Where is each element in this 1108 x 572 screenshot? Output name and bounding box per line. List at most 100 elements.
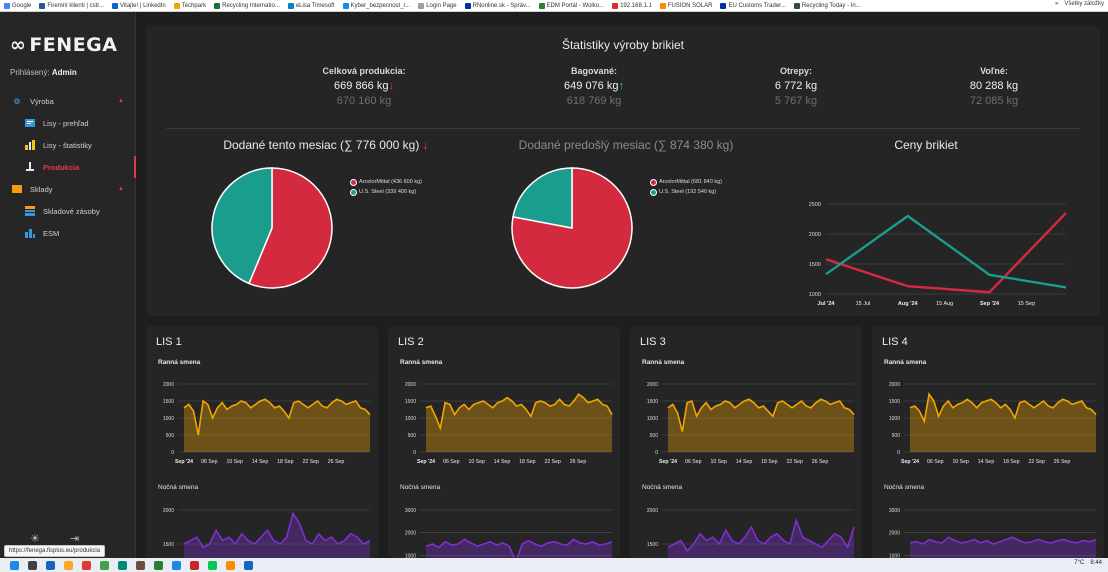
logout-icon[interactable]: ⇥ (70, 532, 79, 545)
sidebar-item-label: Lisy - štatistiky (43, 140, 92, 150)
taskbar-app-icon[interactable] (82, 560, 91, 570)
taskbar-app-icon[interactable] (244, 560, 253, 570)
taskbar-app-icon[interactable] (10, 560, 19, 570)
x-tick-label: 10 Sep (226, 459, 243, 465)
taskbar: 7°C 8:44 (0, 558, 1108, 572)
sidebar-item-esm[interactable]: ESM (0, 222, 136, 244)
status-url: https://fenega.fisplus.eu/produkcia (4, 545, 106, 557)
divider (166, 128, 1080, 129)
y-tick-label: 1000 (647, 416, 658, 422)
legend-swatch (350, 178, 357, 186)
y-tick-label: 1500 (647, 542, 658, 548)
taskbar-app-icon[interactable] (136, 560, 145, 570)
stat-previous: 670 160 kg (336, 95, 392, 107)
x-tick-label: 26 Sep (570, 459, 587, 465)
theme-icon[interactable]: ☀ (30, 532, 40, 545)
y-tick-label: 1000 (889, 416, 900, 422)
bookmark-label: EDM Portál - Wolko... (546, 2, 605, 9)
taskbar-app-icon[interactable] (64, 560, 73, 570)
sidebar-item-produkcia[interactable]: Produkcia (0, 156, 136, 178)
y-tick-label: 2500 (809, 202, 821, 208)
logo[interactable]: ∞ FENEGA (10, 34, 117, 56)
bookmark-label: Recycling Today - In... (801, 2, 861, 9)
bookmark-favicon-icon (464, 2, 471, 9)
x-tick-label: 15 Aug (936, 301, 953, 307)
bookmark-favicon-icon (173, 2, 180, 9)
y-tick-label: 0 (171, 450, 174, 456)
legend-item[interactable]: U.S. Steel (339 400 kg) (350, 187, 422, 197)
user-name: Admin (51, 68, 77, 77)
bookmarks-overflow: » Všetky záložky (1054, 1, 1104, 7)
stat-current: 6 772 kg (774, 80, 818, 92)
y-tick-label: 1500 (405, 399, 416, 405)
taskbar-app-icon[interactable] (118, 560, 127, 570)
stat-current-value: 649 076 kg (564, 80, 619, 92)
bookmark-label: eLisa Timesoft (295, 2, 335, 9)
y-tick-label: 1500 (889, 399, 900, 405)
y-tick-label: 0 (897, 450, 900, 456)
x-tick-label: 10 Sep (468, 459, 485, 465)
stat-label: Bagované: (570, 66, 617, 76)
bookmark-favicon-icon (720, 2, 727, 9)
stock-icon (25, 206, 35, 216)
area-fill (426, 394, 612, 452)
legend-label: ArcelorMittal (436 600 kg) (359, 179, 422, 185)
bookmark-item[interactable]: EDM Portál - Wolko... (538, 2, 605, 9)
bookmark-item[interactable]: 192.168.1.1 (612, 2, 652, 9)
lis-night-chart: 100020003000 (405, 508, 613, 558)
legend-item[interactable]: ArcelorMittal (681 840 kg) (650, 177, 722, 187)
x-tick-label: 22 Sep (544, 459, 561, 465)
sidebar-item-lisy-statistiky[interactable]: Lisy - štatistiky (0, 134, 136, 156)
stat-otrepy: Otrepy: 6 772 kg 5 767 kg (706, 66, 886, 107)
bookmark-favicon-icon (659, 2, 666, 9)
legend-item[interactable]: U.S. Steel (192 540 kg) (650, 187, 722, 197)
x-tick-label: 10 Sep (952, 459, 969, 465)
bookmark-item[interactable]: Recycling Today - In... (793, 2, 861, 9)
bookmarks-bar: Google Firemní klienti | cstr... Vitajte! … (0, 0, 1108, 12)
bookmark-item[interactable]: Vitajte! | LinkedIn (111, 2, 166, 9)
sidebar-group-sklady[interactable]: Sklady ▲ (0, 178, 136, 200)
bookmark-item[interactable]: EU Customs Trader... (720, 2, 786, 9)
taskbar-app-icon[interactable] (172, 560, 181, 570)
bookmark-favicon-icon (214, 2, 221, 9)
bookmark-label: Recycling Internatio... (222, 2, 280, 9)
bookmark-item[interactable]: eLisa Timesoft (287, 2, 335, 9)
press-stats-icon (25, 140, 35, 150)
bookmark-item[interactable]: Login Page (418, 2, 457, 9)
bookmark-item[interactable]: Firemní klienti | cstr... (39, 2, 104, 9)
x-tick-label: 14 Sep (252, 459, 269, 465)
sidebar: ∞ FENEGA Prihlásený: Admin ⚙ Výroba ▲ Lis… (0, 12, 136, 558)
price-chart-title: Ceny brikiet (894, 138, 958, 152)
bookmarks-more-button[interactable]: » (1055, 1, 1058, 7)
taskbar-app-icon[interactable] (100, 560, 109, 570)
taskbar-app-icon[interactable] (226, 560, 235, 570)
bookmark-label: Google (12, 2, 32, 9)
stat-current: 80 288 kg (969, 80, 1019, 92)
sidebar-group-vyroba[interactable]: ⚙ Výroba ▲ (0, 90, 136, 112)
bookmark-item[interactable]: Kyber_bezpecnost_r... (342, 2, 410, 9)
bookmark-item[interactable]: Google (4, 2, 32, 9)
x-tick-label: Jul '24 (818, 301, 836, 307)
taskbar-app-icon[interactable] (190, 560, 199, 570)
x-tick-label: 22 Sep (1028, 459, 1045, 465)
bookmark-label: Vitajte! | LinkedIn (119, 2, 166, 9)
x-tick-label: 14 Sep (494, 459, 511, 465)
taskbar-app-icon[interactable] (208, 560, 217, 570)
bookmark-label: FUSION SOLAR (667, 2, 713, 9)
pie-chart-current (211, 167, 333, 289)
sidebar-item-lisy-prehlad[interactable]: Lisy - prehľad (0, 112, 136, 134)
taskbar-app-icon[interactable] (28, 560, 37, 570)
taskbar-app-icon[interactable] (154, 560, 163, 570)
bookmark-favicon-icon (111, 2, 118, 9)
bookmark-item[interactable]: Recycling Internatio... (214, 2, 280, 9)
y-tick-label: 2000 (405, 531, 416, 537)
all-bookmarks-button[interactable]: Všetky záložky (1064, 1, 1104, 7)
x-tick-label: 15 Jul (856, 301, 871, 307)
lis-title: LIS 3 (640, 336, 666, 348)
bookmark-item[interactable]: RNonline.sk - Správ... (464, 2, 531, 9)
sidebar-item-skladove-zasoby[interactable]: Skladové zásoby (0, 200, 136, 222)
bookmark-item[interactable]: Techpark (173, 2, 206, 9)
bookmark-item[interactable]: FUSION SOLAR (659, 2, 713, 9)
taskbar-app-icon[interactable] (46, 560, 55, 570)
legend-item[interactable]: ArcelorMittal (436 600 kg) (350, 177, 422, 187)
